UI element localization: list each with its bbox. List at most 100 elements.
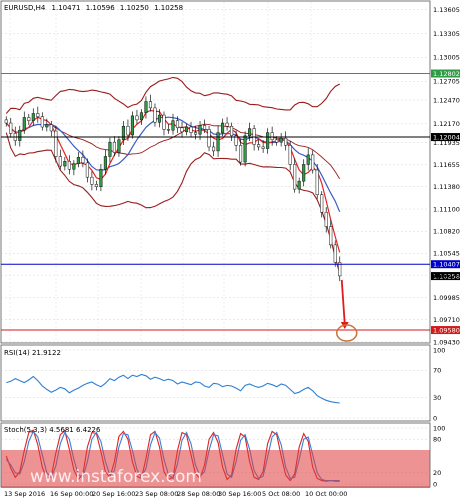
price-tick-label: 1.09985 — [433, 294, 460, 302]
candle-body — [184, 126, 189, 133]
candle-body — [153, 107, 157, 123]
main-price-panel — [0, 0, 431, 344]
candle-body — [54, 130, 58, 157]
watermark-strip: www.instaforex.com — [1, 450, 430, 488]
candle-body — [99, 168, 103, 187]
candle-body — [40, 116, 44, 128]
stoch-tick-label: 80 — [433, 436, 441, 444]
watermark-text: www.instaforex.com — [30, 467, 202, 487]
candle-body — [275, 139, 279, 143]
rsi-tick-label: 0 — [433, 414, 437, 422]
stoch-tick-label: 0 — [433, 480, 437, 488]
candle-body — [261, 146, 265, 149]
price-tick-label: 1.09430 — [433, 338, 460, 346]
candle-body — [22, 117, 26, 131]
candle-body — [324, 211, 328, 227]
candle-body — [333, 244, 337, 263]
candle-body — [212, 146, 216, 152]
candle-body — [189, 126, 193, 133]
candle-body — [166, 129, 171, 131]
candle-body — [216, 132, 220, 152]
price-tick-label: 1.11380 — [433, 183, 460, 191]
candle-body — [230, 125, 234, 137]
price-tick-label: 1.13605 — [433, 6, 460, 14]
candle-body — [248, 128, 252, 137]
candle-body — [315, 169, 319, 195]
time-axis: 13 Sep 2016 16 Sep 00:0020 Sep 16:00 23 Se… — [4, 490, 347, 498]
candle-body — [266, 132, 270, 149]
candle-body — [243, 135, 247, 163]
candle-body — [126, 125, 130, 136]
price-tick-label: 1.11100 — [433, 205, 460, 213]
candle-body — [72, 163, 76, 170]
candle-body — [270, 132, 274, 141]
price-tick-label: 1.10545 — [433, 250, 460, 258]
ohlc-close: 1.10258 — [154, 4, 183, 12]
candle-body — [31, 113, 35, 121]
candle-body — [121, 125, 125, 141]
stoch-tick-label: 100 — [433, 424, 445, 432]
candle-body — [36, 113, 40, 117]
symbol-label: EURUSD,H4 — [4, 4, 46, 12]
candle-body — [284, 137, 288, 146]
candle-body — [117, 139, 121, 153]
candle-body — [302, 164, 306, 182]
candle-body — [207, 129, 211, 148]
candle-body — [58, 156, 62, 167]
candle-body — [329, 226, 333, 246]
candle-body — [18, 129, 22, 141]
time-tick-label: 13 Sep 2016 — [4, 490, 45, 498]
candle-body — [130, 115, 134, 136]
rsi-tick-label: 100 — [433, 346, 445, 354]
candle-body — [157, 114, 162, 123]
time-tick-label: 20 Sep 16:00 — [92, 490, 135, 498]
rsi-tick-label: 30 — [433, 394, 441, 402]
price-tick-label: 1.09710 — [433, 316, 460, 324]
level-label-support-current: 1.10407 — [433, 261, 460, 269]
candle-body — [112, 141, 116, 153]
time-tick-label: 23 Sep 08:00 — [135, 490, 178, 498]
candle-body — [193, 132, 198, 135]
candle-body — [144, 101, 148, 113]
price-tick-label: 1.11935 — [433, 139, 460, 147]
price-tick-label: 1.13305 — [433, 30, 460, 38]
time-tick-label: 10 Oct 00:00 — [305, 490, 347, 498]
price-tick-label: 1.12470 — [433, 96, 460, 104]
candle-body — [67, 161, 71, 170]
candle-body — [279, 137, 283, 143]
ohlc-low: 1.10250 — [120, 4, 149, 12]
time-tick-label: 16 Sep 00:00 — [50, 490, 93, 498]
level-label-target: 1.09580 — [433, 326, 460, 334]
price-tick-label: 1.11655 — [433, 161, 460, 169]
price-axis-ticks: 1.13605 1.13305 1.13005 1.12705 1.12470 1.121… — [433, 6, 460, 346]
time-tick-label: 28 Sep 08:00 — [177, 490, 220, 498]
price-tick-label: 1.12705 — [433, 78, 460, 86]
candle-body — [9, 122, 13, 134]
candle-body — [4, 119, 8, 124]
price-tick-label: 1.13005 — [433, 54, 460, 62]
candle-body — [225, 122, 229, 127]
price-tick-label: 1.12170 — [433, 120, 460, 128]
candle-body — [135, 115, 139, 121]
chart-header: EURUSD,H4 1.10471 1.10596 1.10250 1.1025… — [4, 4, 183, 12]
candle-body — [202, 125, 207, 130]
candle-body — [257, 144, 261, 148]
time-tick-label: 30 Sep 16:00 — [218, 490, 261, 498]
candle-body — [162, 114, 166, 130]
ohlc-high: 1.10596 — [86, 4, 115, 12]
candle-body — [103, 156, 107, 170]
candle-body — [90, 176, 94, 185]
candle-body — [49, 124, 53, 132]
candle-body — [76, 157, 80, 164]
time-tick-label: 5 Oct 08:00 — [262, 490, 300, 498]
candle-body — [94, 184, 98, 187]
candle-body — [293, 164, 297, 190]
candle-body — [27, 117, 31, 121]
candle-body — [221, 122, 225, 133]
candle-body — [311, 154, 315, 171]
candle-body — [175, 120, 180, 129]
rsi-label: RSI(14) 21.9122 — [4, 349, 61, 357]
candle-body — [171, 120, 175, 131]
candle-body — [139, 112, 144, 121]
candle-body — [239, 145, 243, 163]
